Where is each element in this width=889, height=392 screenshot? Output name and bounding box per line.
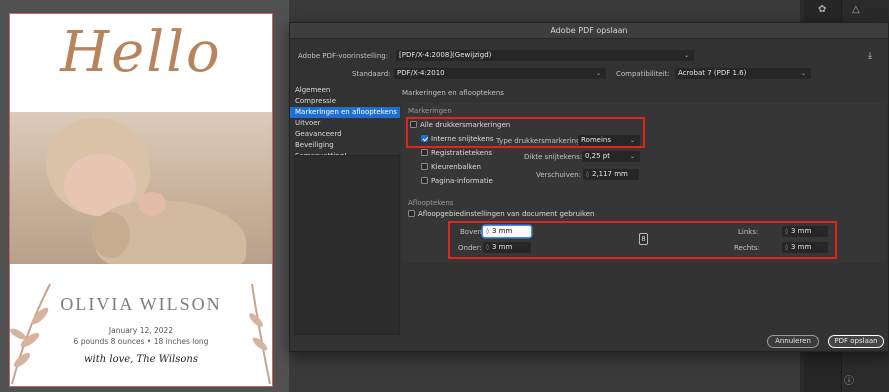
standard-label: Standaard: bbox=[352, 70, 391, 78]
section-title: Markeringen en aflooptekens bbox=[402, 89, 504, 97]
nav-list-background bbox=[294, 155, 400, 335]
bleed-group-label: Aflooptekens bbox=[408, 199, 454, 207]
nav-item-advanced[interactable]: Geavanceerd bbox=[290, 129, 400, 140]
triangle-icon[interactable]: △ bbox=[852, 4, 860, 15]
nav-item-marks-bleeds[interactable]: Markeringen en aflooptekens bbox=[290, 107, 400, 118]
nav-item-output[interactable]: Uitvoer bbox=[290, 118, 400, 129]
checkbox-box[interactable] bbox=[408, 210, 415, 217]
use-doc-bleed-checkbox[interactable]: Afloopgebiedinstellingen van document ge… bbox=[408, 210, 595, 218]
checkbox-box[interactable] bbox=[421, 149, 428, 156]
weight-label: Dikte snijtekens: bbox=[524, 153, 583, 161]
document-canvas: Hello OLIVIA WILSON January 12, 2022 6 p… bbox=[0, 0, 289, 392]
save-pdf-button[interactable]: PDF opslaan bbox=[828, 335, 884, 348]
save-pdf-dialog: Adobe PDF opslaan Adobe PDF-voorinstelli… bbox=[289, 22, 889, 352]
offset-field[interactable]: ◊ 2,117 mm bbox=[583, 169, 639, 180]
baby-name: OLIVIA WILSON bbox=[60, 294, 222, 314]
chevron-down-icon: ⌄ bbox=[683, 52, 689, 59]
standard-select[interactable]: PDF/X-4:2010 ⌄ bbox=[394, 68, 606, 79]
highlight-bleed bbox=[448, 221, 837, 259]
chevron-down-icon: ⌄ bbox=[629, 153, 635, 160]
chevron-down-icon: ⌄ bbox=[595, 70, 601, 77]
page-info-checkbox[interactable]: Pagina-informatie bbox=[421, 177, 493, 185]
preset-select[interactable]: [PDF/X-4:2008](Gewijzigd) ⌄ bbox=[396, 50, 694, 61]
birth-details: 6 pounds 8 ounces • 18 inches long bbox=[73, 337, 209, 346]
preset-label: Adobe PDF-voorinstelling: bbox=[298, 52, 389, 60]
compatibility-select[interactable]: Acrobat 7 (PDF 1.6) ⌄ bbox=[675, 68, 811, 79]
weight-select[interactable]: 0,25 pt ⌄ bbox=[582, 151, 640, 162]
checkbox-box[interactable] bbox=[421, 163, 428, 170]
signature: with love, The Wilsons bbox=[84, 354, 198, 365]
chevron-down-icon: ⌄ bbox=[800, 70, 806, 77]
checkbox-box[interactable] bbox=[421, 177, 428, 184]
leaf-decoration-right bbox=[249, 283, 271, 385]
nav-item-general[interactable]: Algemeen bbox=[290, 85, 400, 96]
color-bars-checkbox[interactable]: Kleurenbalken bbox=[421, 163, 481, 171]
leaf-decoration-left bbox=[10, 283, 51, 385]
highlight-marks bbox=[406, 117, 645, 148]
cancel-button[interactable]: Annuleren bbox=[767, 335, 819, 348]
panel-icon[interactable]: ✿ bbox=[818, 4, 826, 15]
nav-item-compression[interactable]: Compressie bbox=[290, 96, 400, 107]
dialog-title: Adobe PDF opslaan bbox=[290, 23, 888, 39]
export-icon[interactable]: ⤓ bbox=[868, 51, 872, 61]
registration-marks-checkbox[interactable]: Registratietekens bbox=[421, 149, 492, 157]
birth-date: January 12, 2022 bbox=[108, 326, 174, 335]
info-icon[interactable]: ⓘ bbox=[844, 372, 854, 387]
nav-item-security[interactable]: Beveiliging bbox=[290, 140, 400, 151]
hello-title: Hello bbox=[60, 20, 222, 85]
compatibility-label: Compatibiliteit: bbox=[616, 70, 670, 78]
offset-label: Verschuiven: bbox=[536, 171, 581, 179]
stepper-icon[interactable]: ◊ bbox=[586, 171, 589, 178]
document-page: Hello OLIVIA WILSON January 12, 2022 6 p… bbox=[10, 14, 272, 386]
baby-photo bbox=[10, 112, 272, 264]
marks-group-label: Markeringen bbox=[408, 107, 452, 115]
category-nav: Algemeen Compressie Markeringen en afloo… bbox=[290, 85, 400, 162]
